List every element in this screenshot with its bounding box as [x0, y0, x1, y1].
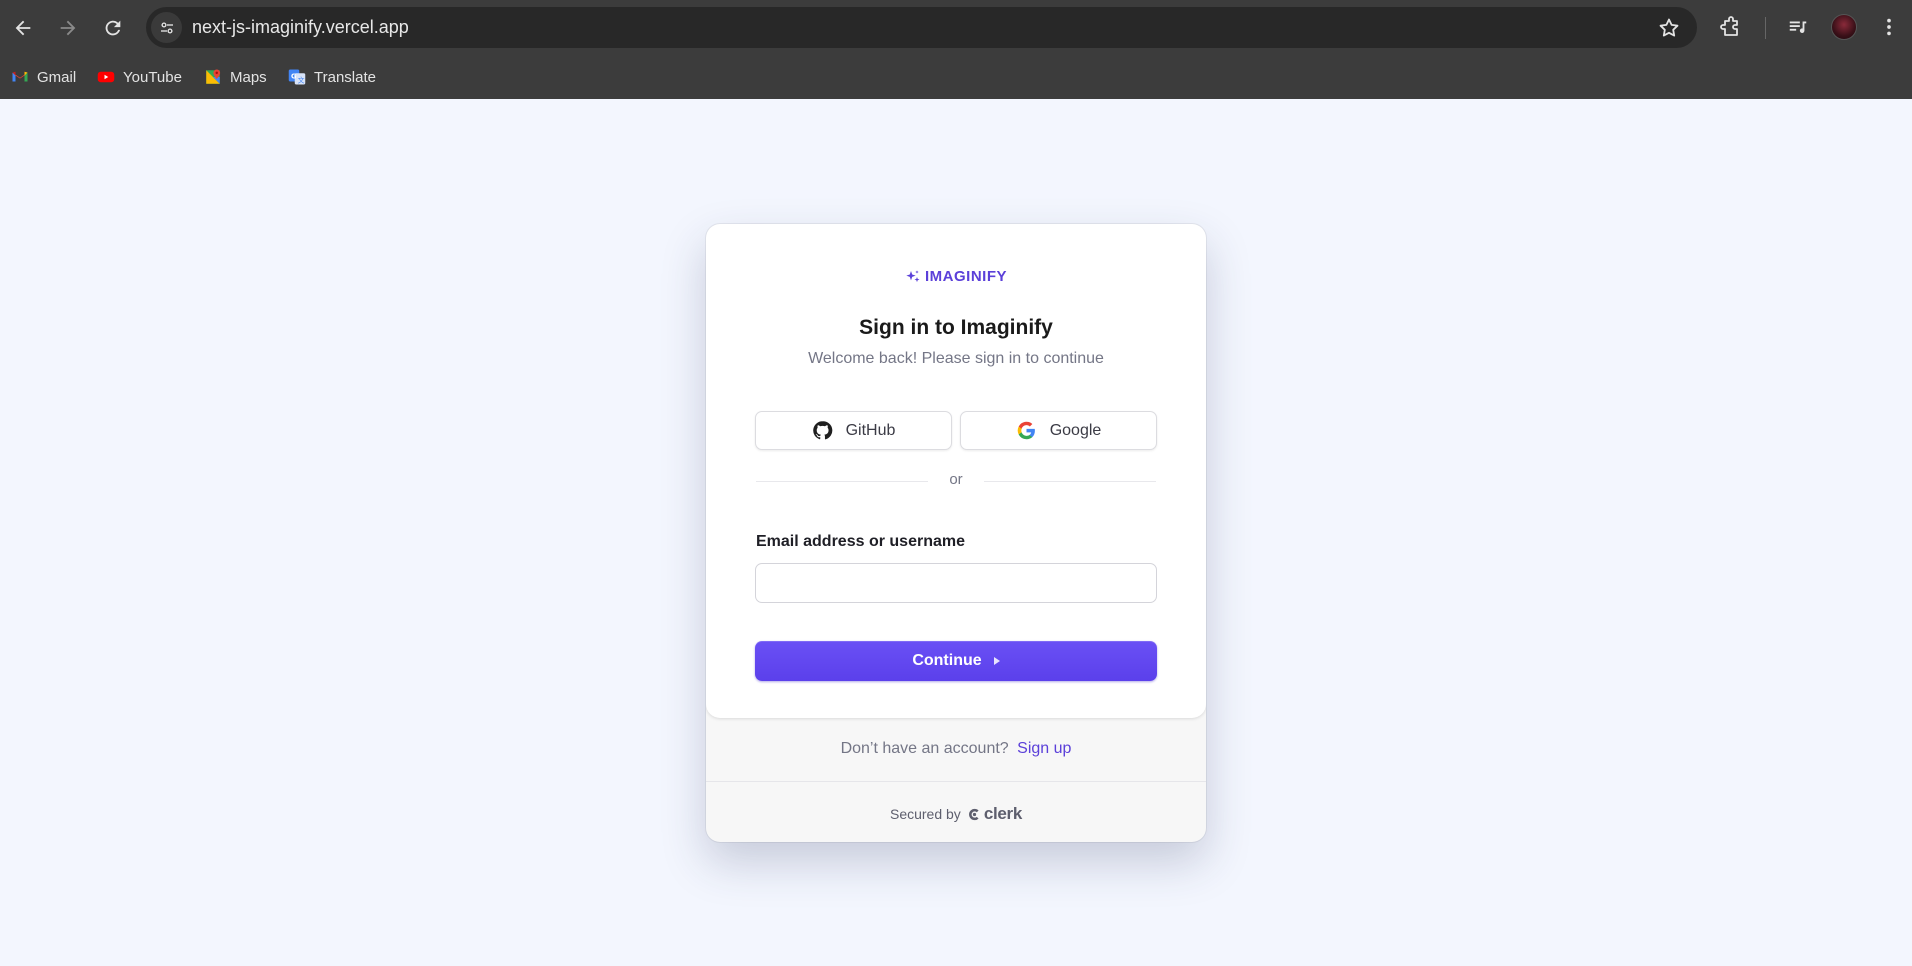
- more-vert-icon: [1887, 18, 1891, 36]
- browser-chrome: next-js-imaginify.vercel.app Gmail YouTu…: [0, 0, 1912, 99]
- toolbar-separator: [1765, 17, 1766, 39]
- footer-divider: [706, 781, 1206, 782]
- imaginify-logo: IMAGINIFY: [706, 268, 1206, 285]
- logo-text: IMAGINIFY: [925, 268, 1007, 285]
- forward-arrow-icon: [60, 20, 76, 36]
- sparkle-icon: [906, 269, 920, 282]
- address-bar[interactable]: next-js-imaginify.vercel.app: [146, 7, 1697, 48]
- github-label: GitHub: [845, 421, 896, 439]
- google-icon: [1017, 421, 1035, 440]
- puzzle-icon: [1720, 16, 1738, 36]
- bookmark-label: Translate: [314, 68, 376, 86]
- continue-label: Continue: [912, 652, 982, 669]
- bookmark-label: YouTube: [123, 68, 182, 86]
- extensions-button[interactable]: [1718, 14, 1744, 40]
- clerk-logo[interactable]: clerk: [967, 804, 1022, 824]
- continue-button[interactable]: Continue: [755, 641, 1157, 681]
- github-icon: [812, 421, 832, 440]
- bookmark-translate[interactable]: G 文 Translate: [288, 65, 376, 89]
- gmail-icon: [11, 68, 29, 86]
- google-label: Google: [1049, 421, 1102, 439]
- back-arrow-icon: [15, 20, 31, 36]
- email-field-label: Email address or username: [756, 533, 965, 550]
- reload-icon: [105, 20, 121, 36]
- reload-button[interactable]: [96, 11, 130, 45]
- secured-by-clerk: Secured by clerk: [706, 804, 1206, 824]
- forward-button[interactable]: [51, 11, 85, 45]
- svg-text:G: G: [291, 73, 297, 81]
- signin-title: Sign in to Imaginify: [859, 316, 1053, 339]
- maps-icon: [204, 68, 222, 86]
- tune-icon: [160, 21, 173, 34]
- youtube-icon: [97, 68, 115, 86]
- signin-card-main: IMAGINIFY Sign in to Imaginify Welcome b…: [706, 224, 1206, 718]
- no-account-text: Don’t have an account?: [840, 740, 1009, 757]
- google-button[interactable]: Google: [960, 411, 1157, 450]
- bookmark-star-icon[interactable]: [1657, 16, 1681, 40]
- bookmark-label: Maps: [230, 68, 267, 86]
- profile-avatar[interactable]: [1831, 14, 1857, 40]
- bookmark-maps[interactable]: Maps: [204, 65, 267, 89]
- svg-text:文: 文: [298, 75, 305, 84]
- signup-prompt: Don’t have an account? Sign up: [706, 740, 1206, 758]
- divider-right: [984, 481, 1156, 482]
- or-separator: or: [949, 471, 963, 488]
- signin-card: IMAGINIFY Sign in to Imaginify Welcome b…: [706, 224, 1206, 842]
- signin-subtitle: Welcome back! Please sign in to continue: [808, 350, 1104, 367]
- signup-link[interactable]: Sign up: [1017, 740, 1071, 757]
- translate-icon: G 文: [288, 68, 306, 86]
- clerk-label: clerk: [983, 804, 1023, 823]
- media-control-button[interactable]: [1785, 14, 1811, 40]
- caret-right-icon: [993, 657, 1000, 665]
- bookmark-label: Gmail: [37, 68, 77, 86]
- clerk-logo-icon: [968, 808, 979, 820]
- secured-by-text: Secured by: [889, 806, 961, 822]
- bookmark-gmail[interactable]: Gmail: [11, 65, 76, 89]
- browser-menu-button[interactable]: [1876, 14, 1902, 40]
- bookmarks-bar: Gmail YouTube Maps G 文 Translate: [0, 54, 1912, 99]
- queue-music-icon: [1789, 21, 1807, 34]
- bookmark-youtube[interactable]: YouTube: [97, 65, 182, 89]
- back-button[interactable]: [6, 11, 40, 45]
- github-button[interactable]: GitHub: [755, 411, 952, 450]
- site-info-button[interactable]: [151, 12, 182, 43]
- browser-toolbar: next-js-imaginify.vercel.app: [0, 0, 1912, 54]
- email-field[interactable]: [755, 563, 1157, 603]
- url-text[interactable]: next-js-imaginify.vercel.app: [192, 17, 409, 38]
